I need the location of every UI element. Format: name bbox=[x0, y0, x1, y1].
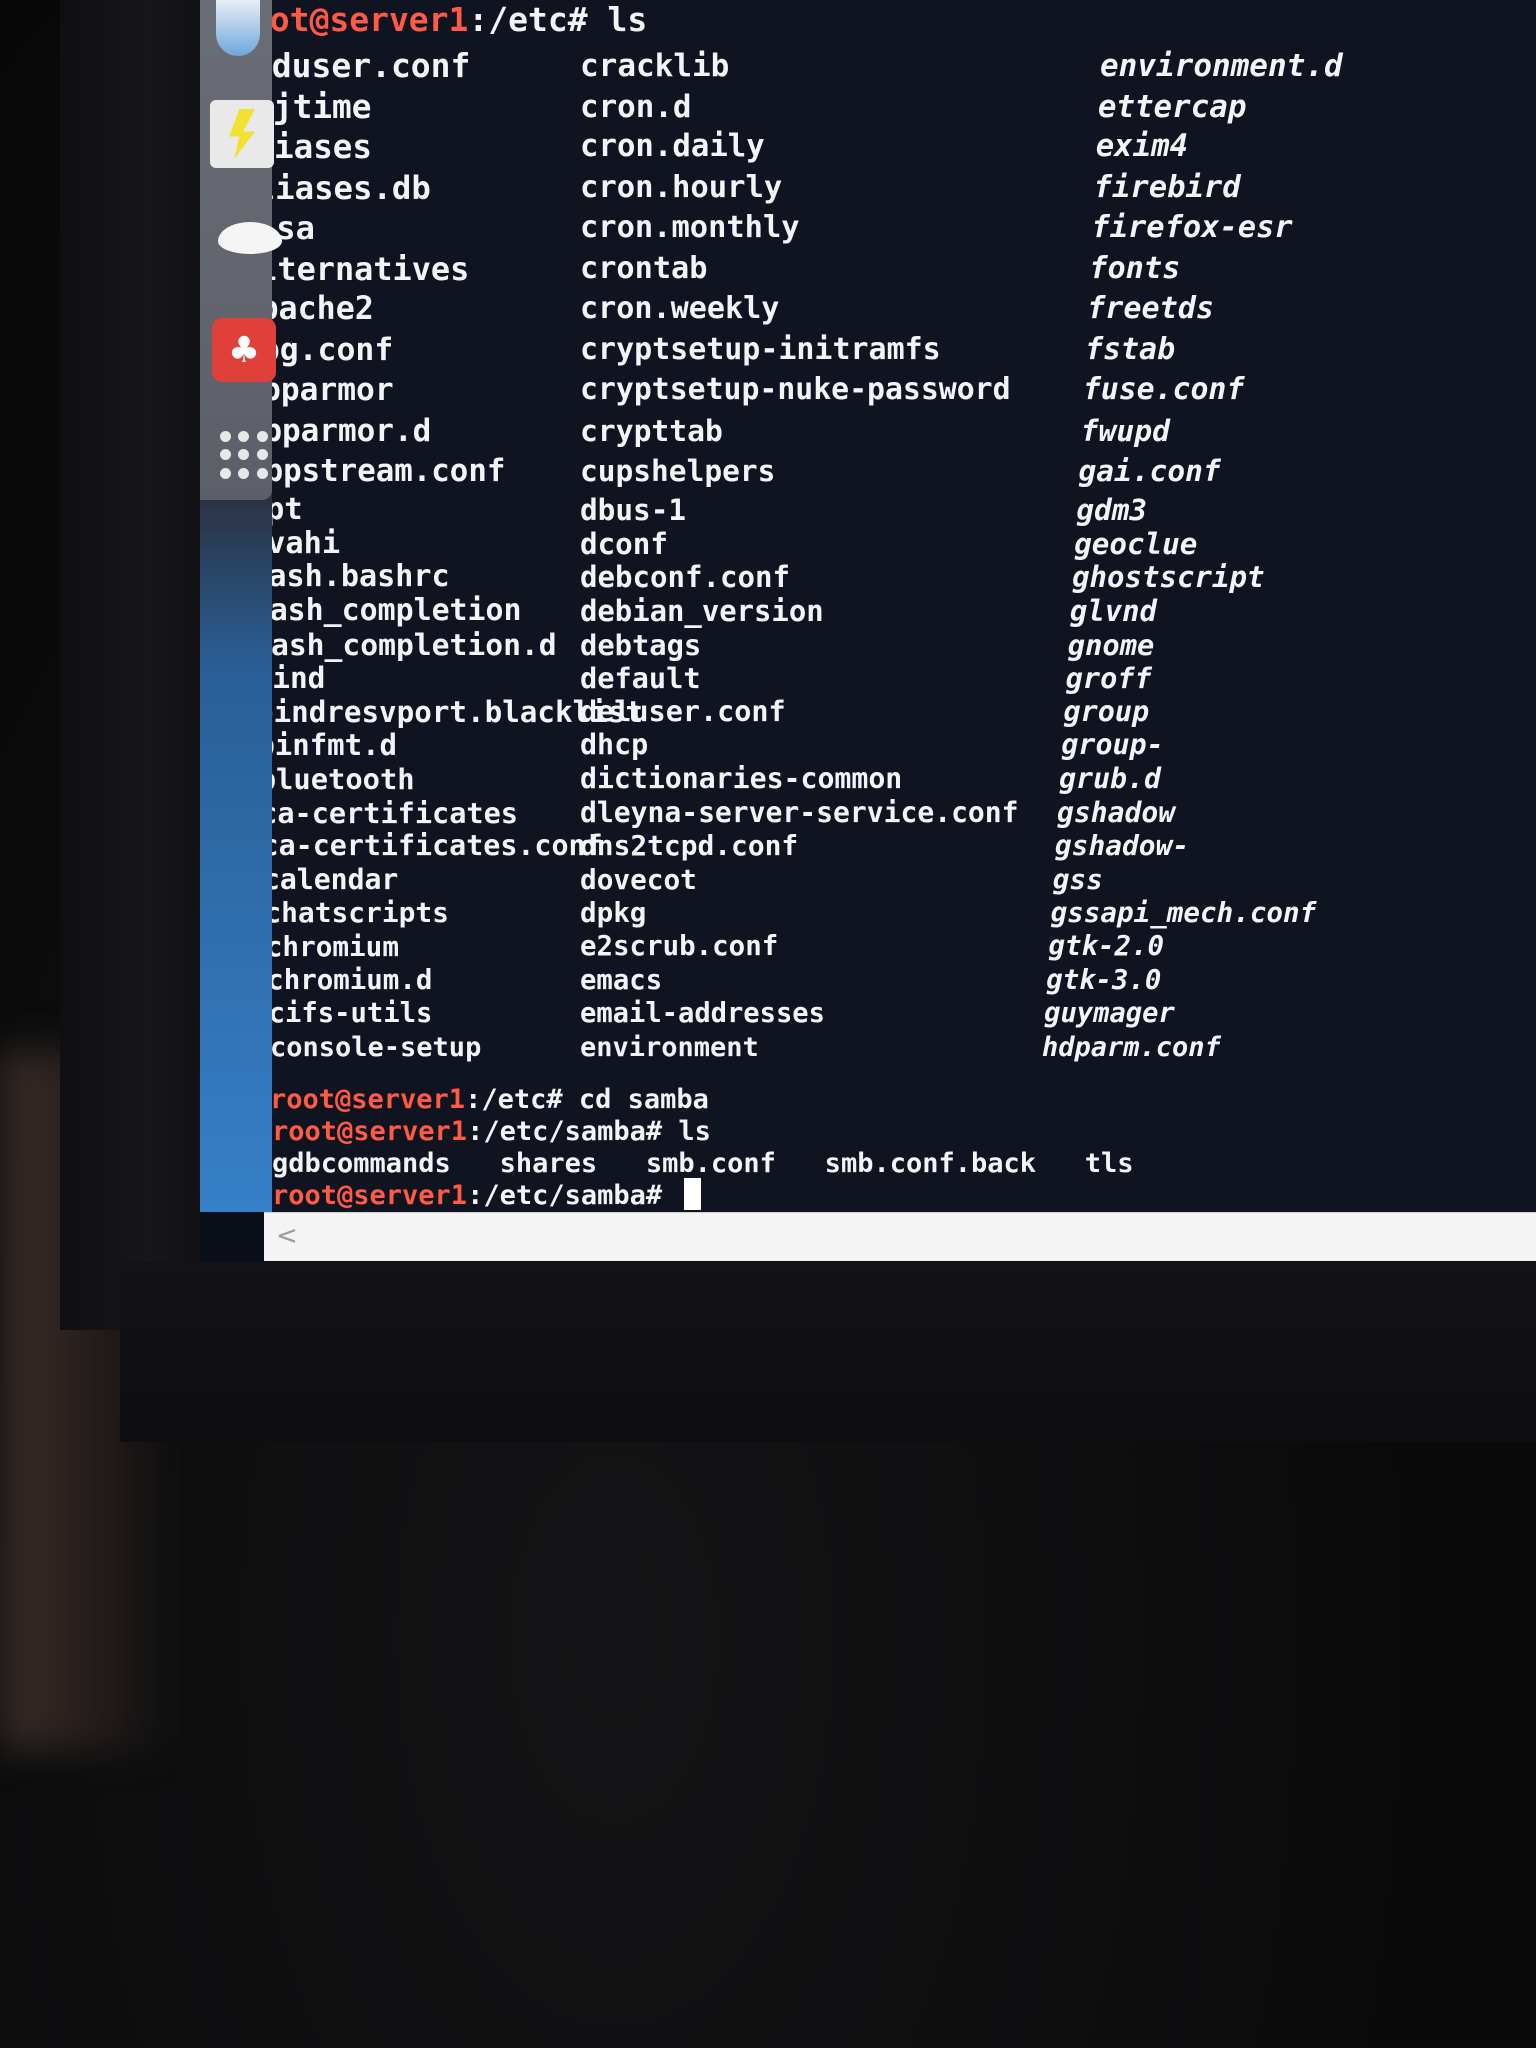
ls-entry: fwupd bbox=[1080, 412, 1170, 448]
ls-entry: ca-certificates.conf bbox=[261, 829, 603, 863]
ls-entry: ettercap bbox=[1097, 88, 1247, 125]
ls-entry: bash_completion bbox=[251, 592, 522, 628]
cd-command-line: root@server1:/etc# cd samba bbox=[270, 1082, 709, 1118]
ls-entry: gshadow bbox=[1057, 795, 1176, 829]
ls-entry: glvnd bbox=[1069, 593, 1157, 628]
ls-entry: dbus-1 bbox=[580, 493, 687, 528]
ls-entry: gshadow- bbox=[1054, 829, 1190, 863]
ls-entry: gdm3 bbox=[1076, 493, 1148, 528]
ls-entry: chromium.d bbox=[267, 964, 433, 996]
ls-entry: cryptsetup-nuke-password bbox=[580, 372, 1011, 407]
ls-entry: debtags bbox=[580, 627, 702, 662]
ls-entry: geoclue bbox=[1074, 526, 1198, 561]
ls-entry: cron.daily bbox=[580, 129, 765, 164]
dock: ♣ bbox=[200, 0, 282, 1212]
scroll-left-arrow-icon[interactable]: < bbox=[276, 1221, 298, 1251]
eye-icon[interactable] bbox=[218, 222, 282, 254]
cherry-icon[interactable]: ♣ bbox=[212, 318, 276, 382]
final-prompt-line: root@server1:/etc/samba# bbox=[272, 1178, 702, 1214]
ls-entry: default bbox=[580, 661, 701, 696]
ls-entry: gssapi_mech.conf bbox=[1050, 896, 1317, 930]
ls-entry: alternatives bbox=[239, 249, 470, 288]
ls-entry: calendar bbox=[262, 862, 399, 896]
photo-of-monitor: root@server1:/etc# ls adduser.conf crackli… bbox=[0, 0, 1536, 2048]
ls-samba-command-line: root@server1:/etc/samba# ls bbox=[272, 1114, 711, 1150]
ls-entry: email-addresses bbox=[580, 998, 825, 1030]
ls-entry: emacs bbox=[580, 964, 663, 996]
prompt-user: root@server1 bbox=[270, 1084, 466, 1115]
ls-entry: hdparm.conf bbox=[1042, 1031, 1221, 1063]
ls-entry: gss bbox=[1052, 862, 1103, 896]
ls-entry: crontab bbox=[580, 250, 708, 286]
ls-entry: cracklib bbox=[580, 48, 730, 84]
horizontal-scrollbar[interactable]: < bbox=[264, 1212, 1536, 1261]
ls-entry: gai.conf bbox=[1078, 454, 1221, 488]
ls-entry: console-setup bbox=[270, 1031, 482, 1063]
ls-entry: debconf.conf bbox=[580, 560, 790, 595]
ls-entry: dleyna-server-service.conf bbox=[580, 795, 1019, 829]
prompt-path-command: :/etc/samba# ls bbox=[467, 1116, 711, 1147]
ls-entry: deluser.conf bbox=[580, 694, 786, 728]
ls-entry: cron.d bbox=[580, 88, 692, 125]
prompt-path-command: :/etc# cd samba bbox=[465, 1084, 709, 1115]
prompt-user: root@server1 bbox=[272, 1116, 468, 1147]
ls-entry: gnome bbox=[1067, 627, 1155, 662]
text-cursor bbox=[684, 1178, 702, 1210]
ls-entry: dns2tcpd.conf bbox=[580, 829, 799, 863]
ls-entry: apparmor.d bbox=[244, 412, 432, 449]
ls-entry: firefox-esr bbox=[1091, 210, 1293, 245]
ls-entry: guymager bbox=[1044, 998, 1175, 1030]
ls-entry: group- bbox=[1061, 728, 1164, 762]
prompt-user: root@server1 bbox=[272, 1180, 468, 1211]
ls-entry: binfmt.d bbox=[257, 728, 398, 763]
ls-entry: chatscripts bbox=[264, 896, 449, 930]
ls-entry: gtk-2.0 bbox=[1048, 930, 1165, 962]
samba-listing: gdbcommands shares smb.conf smb.conf.bac… bbox=[272, 1148, 1134, 1179]
ls-entry: dpkg bbox=[580, 896, 647, 930]
monitor-screen: root@server1:/etc# ls adduser.conf crackli… bbox=[200, 0, 1536, 1262]
ls-entry: bluetooth bbox=[258, 761, 415, 796]
ls-entry: cifs-utils bbox=[268, 998, 433, 1030]
ls-entry: fuse.conf bbox=[1082, 372, 1245, 407]
ls-entry: chromium bbox=[265, 929, 399, 963]
ls-entry: fonts bbox=[1089, 250, 1181, 286]
ls-entry: cryptsetup-initramfs bbox=[580, 331, 941, 367]
prompt-path-command: :/etc# ls bbox=[468, 0, 648, 39]
ls-entry: grub.d bbox=[1059, 761, 1161, 795]
ls-entry: ca-certificates bbox=[260, 795, 518, 830]
ls-entry: bash_completion.d bbox=[253, 626, 557, 662]
ls-entry: ghostscript bbox=[1072, 560, 1265, 595]
lightning-bolt-icon bbox=[229, 109, 255, 159]
ls-entry: environment.d bbox=[1100, 48, 1343, 84]
prompt-path-command: :/etc/samba# bbox=[467, 1180, 679, 1211]
ls-entry: fstab bbox=[1084, 331, 1176, 367]
ls-entry: bash.bashrc bbox=[250, 559, 450, 595]
ls-entry: cron.weekly bbox=[580, 291, 780, 326]
shield-icon[interactable] bbox=[216, 0, 260, 56]
ls-entry: cron.hourly bbox=[580, 169, 783, 205]
ls-entry: dhcp bbox=[580, 728, 649, 762]
monitor-bezel-bottom bbox=[120, 1262, 1536, 1442]
ls-entry: group bbox=[1063, 694, 1150, 728]
ls-entry: crypttab bbox=[580, 412, 723, 448]
app-grid-icon[interactable] bbox=[220, 430, 270, 480]
ls-entry: freetds bbox=[1087, 291, 1215, 326]
ls-command-line: root@server1:/etc# ls bbox=[230, 2, 647, 38]
ls-entry: e2scrub.conf bbox=[580, 930, 779, 962]
ls-entry: debian_version bbox=[580, 593, 824, 628]
ls-entry: gtk-3.0 bbox=[1046, 964, 1162, 996]
monitor-bezel-left bbox=[60, 0, 210, 1330]
ls-entry: groff bbox=[1065, 661, 1152, 696]
terminal-window[interactable]: root@server1:/etc# ls adduser.conf crackli… bbox=[200, 0, 1536, 1212]
ls-entry: firebird bbox=[1093, 169, 1241, 205]
ls-entry: environment bbox=[580, 1031, 759, 1063]
ls-entry: exim4 bbox=[1095, 129, 1189, 164]
ls-entry: dconf bbox=[580, 526, 668, 561]
ls-entry: cron.monthly bbox=[580, 210, 800, 245]
ls-entry: dovecot bbox=[580, 862, 697, 896]
ls-entry: cupshelpers bbox=[580, 454, 776, 488]
ls-entry: appstream.conf bbox=[246, 453, 506, 489]
power-manager-icon[interactable] bbox=[210, 100, 274, 168]
ls-entry: dictionaries-common bbox=[580, 761, 903, 795]
